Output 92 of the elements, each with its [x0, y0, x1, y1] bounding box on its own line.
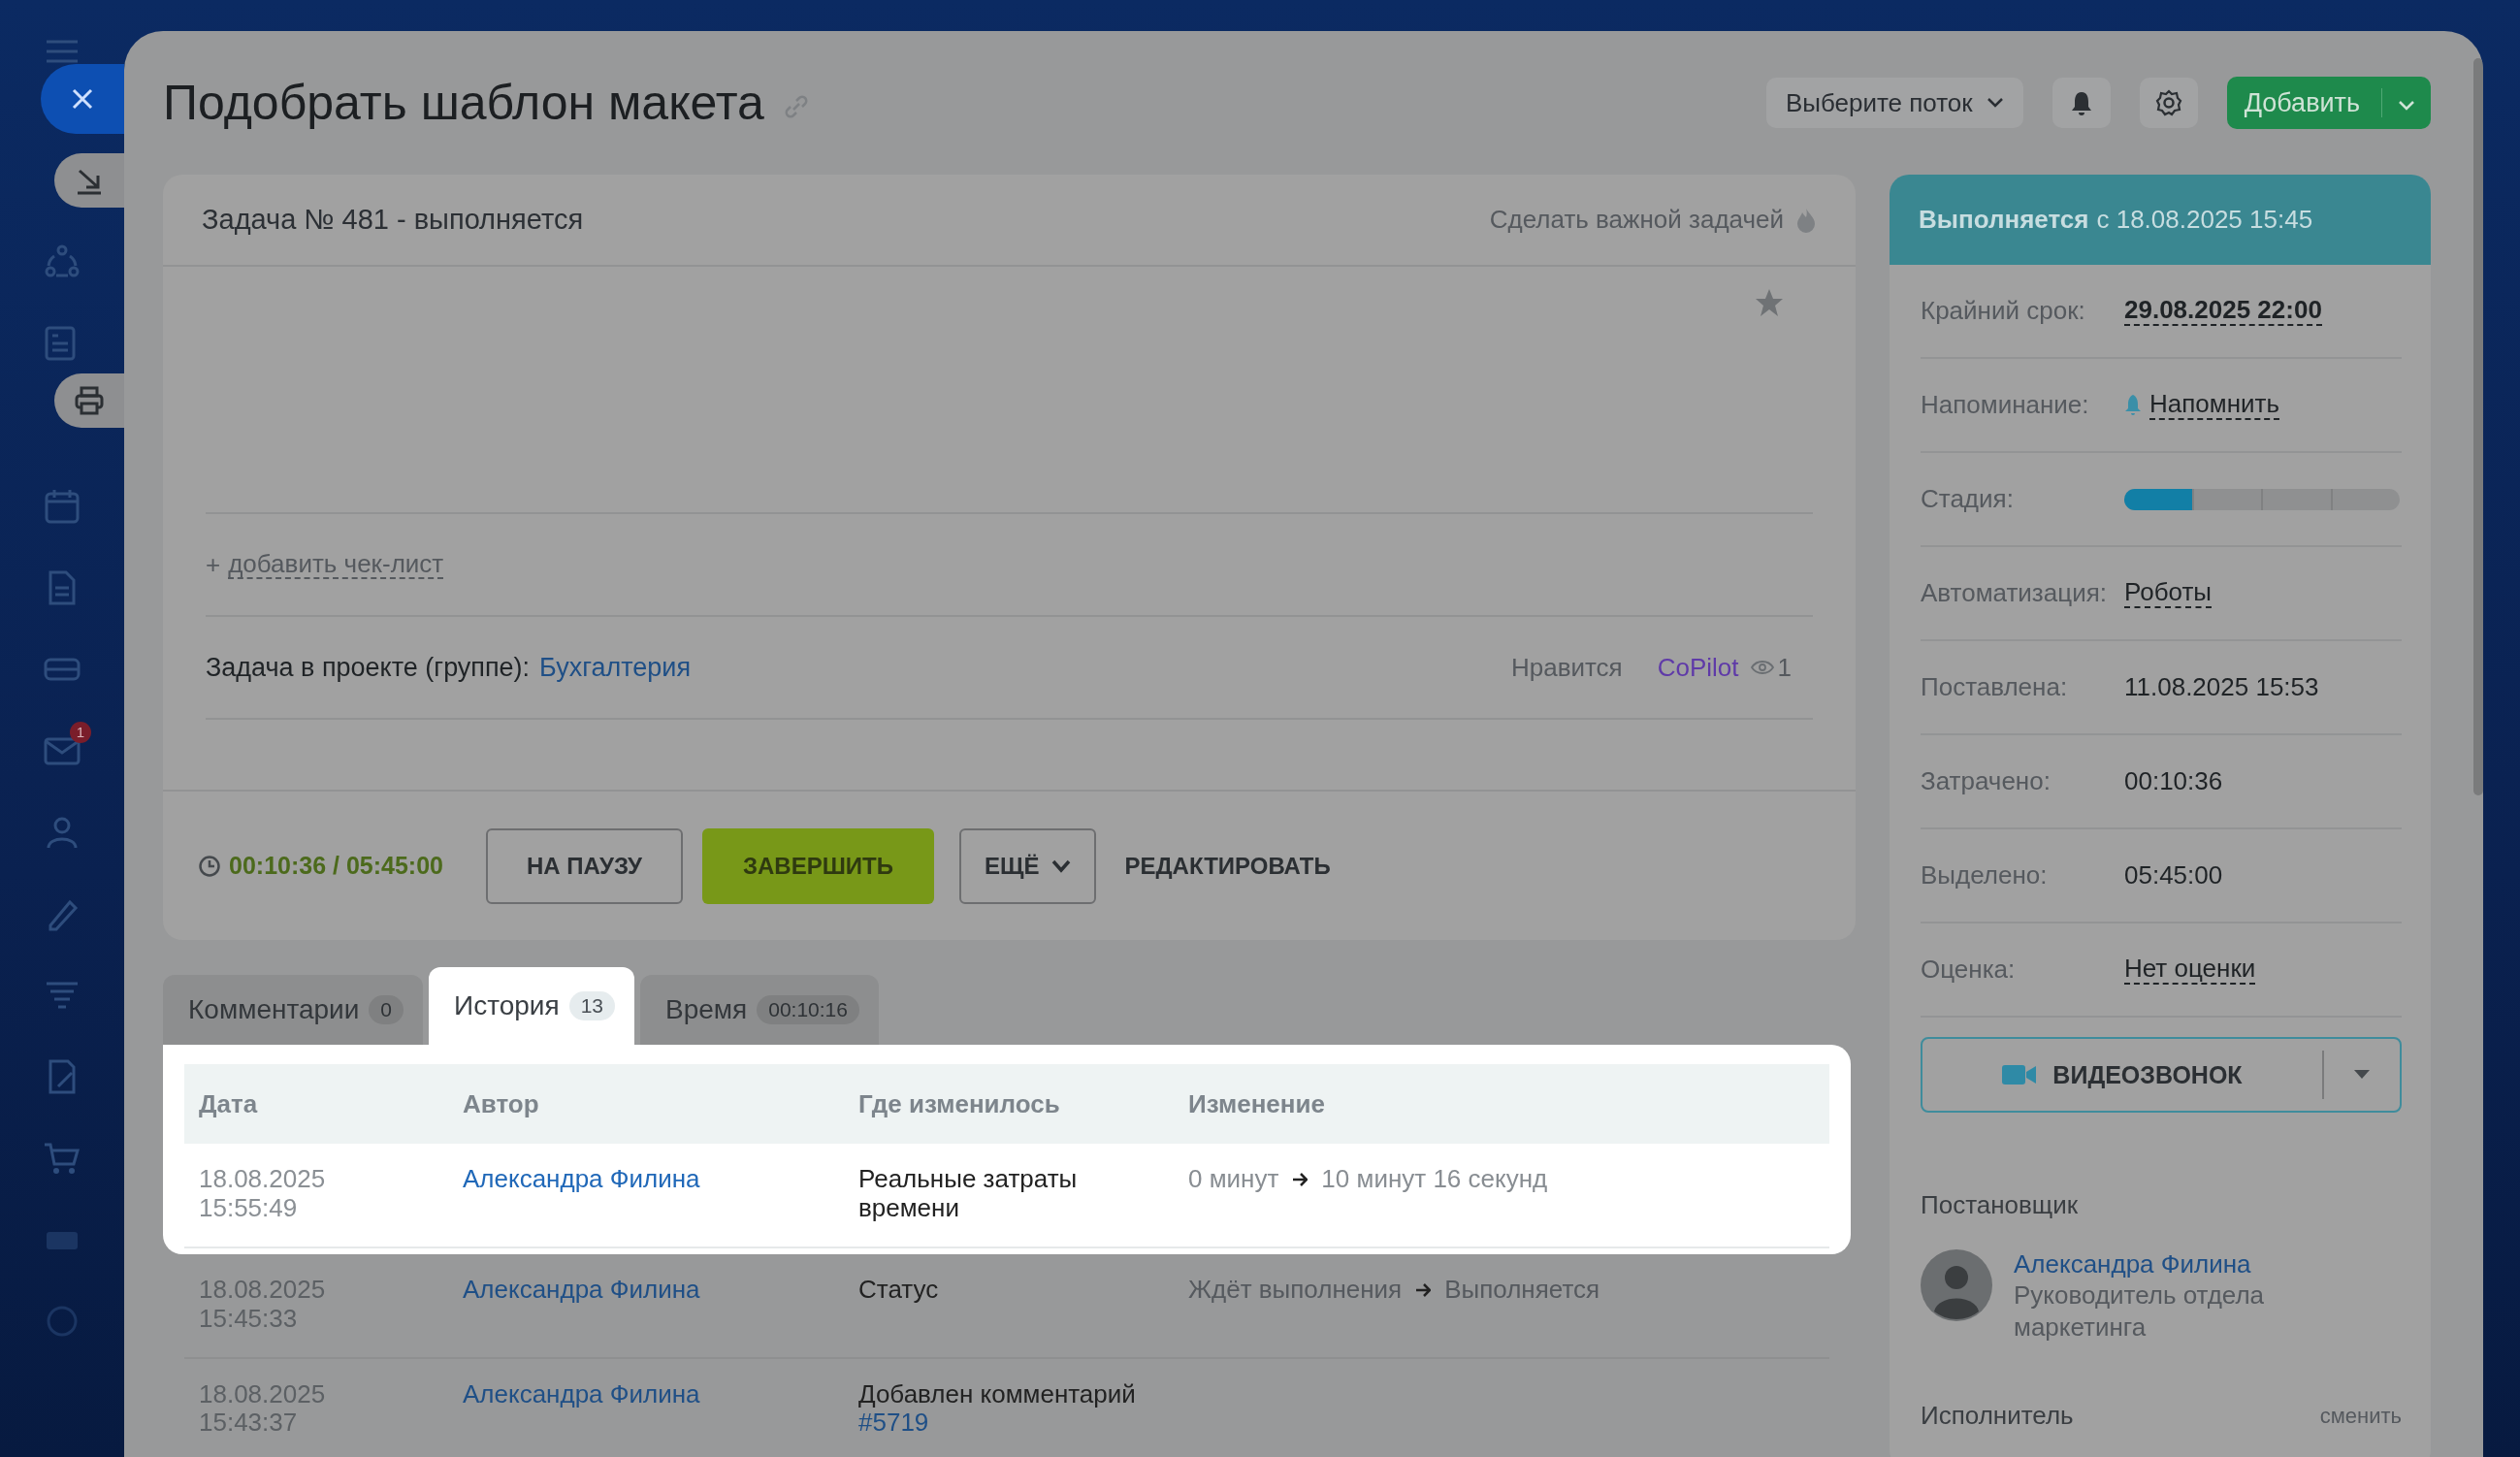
column-header: Изменение: [1188, 1088, 1326, 1119]
chevron-down-icon: [2398, 99, 2415, 112]
column-header: Автор: [463, 1088, 540, 1119]
column-header: Где изменилось: [858, 1088, 1061, 1119]
edit-link[interactable]: РЕДАКТИРОВАТЬ: [1115, 827, 1341, 904]
stage-segment[interactable]: [2124, 488, 2192, 510]
date-text: 18.08.2025: [199, 1165, 327, 1194]
bell-icon: [2069, 90, 2093, 115]
page-title: Подобрать шаблон макета: [163, 75, 764, 131]
eye-icon: [1750, 660, 1774, 675]
author-link[interactable]: Александра Филина: [463, 1164, 700, 1193]
settings-icon: [2154, 89, 2182, 116]
more-button[interactable]: ЕЩЁ: [958, 827, 1096, 904]
arrow-right-icon: [1292, 1171, 1308, 1187]
field-label: Крайний срок:: [1921, 296, 2086, 326]
view-count: 1: [1777, 652, 1792, 683]
clock-icon: [198, 854, 221, 878]
star-icon[interactable]: [1755, 288, 1784, 317]
collapse-button[interactable]: [54, 153, 124, 208]
old-value: 0 минут: [1188, 1165, 1279, 1194]
time-text: 15:55:49: [199, 1193, 299, 1223]
scrollbar[interactable]: [2473, 58, 2483, 795]
changed-field: Добавлен комментарий: [858, 1379, 1149, 1409]
bell-icon: [2124, 394, 2142, 416]
video-call-button[interactable]: ВИДЕОЗВОНОК: [1921, 1037, 2402, 1113]
print-button[interactable]: [54, 373, 124, 428]
timer-text: 00:10:36 / 05:45:00: [229, 852, 443, 880]
field-value: 11.08.2025 15:53: [2124, 672, 2319, 702]
calendar-icon[interactable]: [43, 487, 81, 526]
new-value: 10 минут 16 секунд: [1321, 1165, 1548, 1194]
unread-badge: 1: [70, 722, 91, 743]
add-button[interactable]: Добавить: [2226, 77, 2431, 129]
changed-field: Статус: [858, 1275, 1149, 1305]
arrow-right-icon: [1415, 1281, 1432, 1298]
author-link[interactable]: Александра Филина: [463, 1274, 700, 1304]
field-label: Стадия:: [1921, 484, 2015, 514]
field-label: Напоминание:: [1921, 390, 2090, 420]
date-text: 18.08.2025: [199, 1379, 327, 1409]
tab[interactable]: Комментарии 0: [163, 975, 424, 1045]
field-label: Автоматизация:: [1921, 578, 2108, 608]
date-text: 18.08.2025: [199, 1275, 327, 1305]
chevron-down-icon: [1050, 858, 1071, 873]
section-heading: Постановщик: [1921, 1190, 2080, 1220]
settings-button[interactable]: [2139, 78, 2198, 128]
time-text: 15:43:37: [199, 1408, 299, 1439]
chevron-down-icon: [1986, 97, 2004, 109]
field-label: Выделено:: [1921, 860, 2049, 890]
change-link[interactable]: сменить: [2319, 1403, 2402, 1429]
tab-count: 0: [369, 995, 404, 1024]
old-value: Ждёт выполнения: [1188, 1275, 1403, 1305]
printer-icon: [74, 385, 105, 416]
project-label: Задача в проекте (группе):: [206, 652, 531, 683]
notifications-button[interactable]: [2052, 78, 2111, 128]
status-since: с 18.08.2025 15:45: [2096, 205, 2313, 235]
tab-count: 00:10:16: [757, 995, 859, 1024]
person-name[interactable]: Александра Филина: [2014, 1249, 2266, 1279]
important-link[interactable]: Сделать важной задачей: [1489, 205, 1784, 235]
field-link[interactable]: Нет оценки: [2124, 954, 2256, 986]
person-role: Руководитель отдела маркетинга: [2014, 1279, 2266, 1343]
plus-sign: +: [206, 549, 221, 580]
link-icon[interactable]: [783, 94, 809, 119]
complete-button[interactable]: ЗАВЕРШИТЬ: [701, 827, 934, 904]
time-text: 15:45:33: [199, 1304, 299, 1334]
comment-link[interactable]: #5719: [858, 1408, 1149, 1439]
caret-down-icon: [2354, 1070, 2370, 1080]
field-label: Поставлена:: [1921, 672, 2069, 702]
section-heading: Исполнитель: [1921, 1401, 2074, 1431]
field-value: 05:45:00: [2124, 860, 2223, 890]
tab[interactable]: Время 00:10:16: [640, 975, 879, 1045]
new-value: Выполняется: [1444, 1275, 1600, 1305]
deadline-link[interactable]: 29.08.2025 22:00: [2124, 295, 2322, 327]
changed-field: Реальные затраты времени: [858, 1165, 1149, 1223]
tab-count: 13: [568, 991, 615, 1020]
close-button[interactable]: [41, 64, 124, 134]
column-header: Дата: [199, 1088, 259, 1119]
project-link[interactable]: Бухгалтерия: [539, 652, 692, 683]
pause-button[interactable]: НА ПАУЗУ: [486, 827, 683, 904]
copilot-link[interactable]: CoPilot: [1657, 652, 1739, 683]
field-value: 00:10:36: [2124, 766, 2223, 796]
camera-icon: [2002, 1064, 2038, 1085]
field-link[interactable]: Роботы: [2124, 577, 2213, 609]
author-link[interactable]: Александра Филина: [463, 1378, 700, 1408]
status-text: Выполняется: [1919, 205, 2089, 235]
like-link[interactable]: Нравится: [1510, 652, 1623, 683]
field-label: Затрачено:: [1921, 766, 2052, 796]
task-heading: Задача № 481 - выполняется: [202, 204, 584, 236]
reminder-link[interactable]: Напомнить: [2149, 389, 2279, 421]
tab[interactable]: История 13: [429, 967, 634, 1045]
add-checklist-link[interactable]: добавить чек-лист: [228, 549, 444, 580]
close-icon: [71, 87, 94, 111]
flow-dropdown[interactable]: Выберите поток: [1765, 78, 2023, 128]
field-label: Оценка:: [1921, 955, 2017, 985]
